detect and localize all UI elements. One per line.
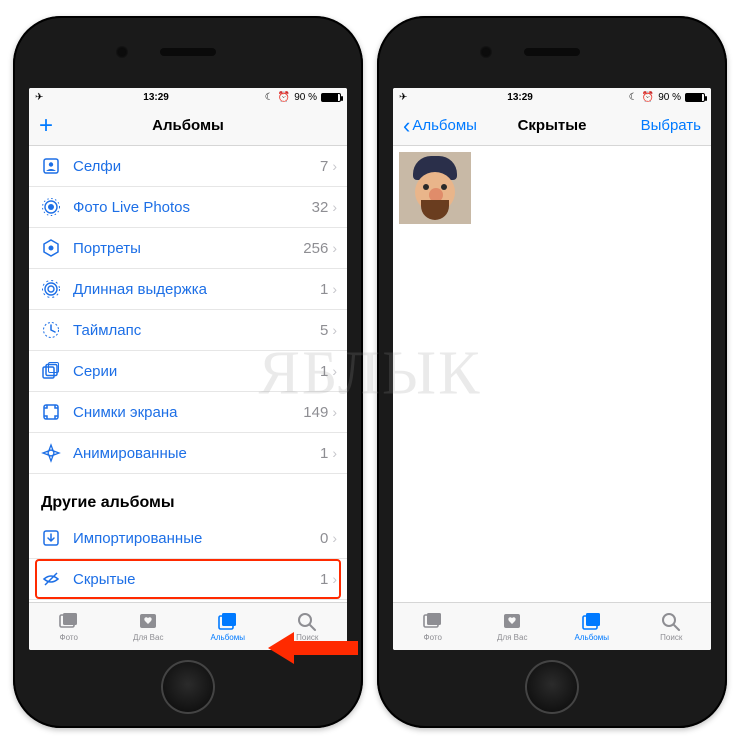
tab-foryou[interactable]: Для Вас <box>473 603 553 650</box>
album-label: Таймлапс <box>73 322 320 339</box>
tab-photos[interactable]: Фото <box>29 603 109 650</box>
screen-right: ✈︎ 13:29 ☾ ⏰ 90 % ‹ Альбомы С <box>393 88 711 650</box>
livephoto-icon <box>41 197 61 217</box>
status-bar: ✈︎ 13:29 ☾ ⏰ 90 % <box>393 88 711 106</box>
album-label: Скрытые <box>73 571 320 588</box>
dnd-icon: ☾ <box>629 92 638 103</box>
dnd-icon: ☾ <box>265 92 274 103</box>
nav-bar: ‹ Альбомы Скрытые Выбрать <box>393 106 711 146</box>
album-count: 149 <box>303 404 328 421</box>
album-count: 32 <box>312 199 329 216</box>
chevron-right-icon: › <box>332 199 337 215</box>
hidden-photos-grid[interactable] <box>393 146 711 602</box>
album-count: 1 <box>320 281 328 298</box>
nav-title: Альбомы <box>111 117 265 134</box>
chevron-right-icon: › <box>332 158 337 174</box>
tab-label: Альбомы <box>211 633 245 642</box>
screenshot-icon <box>41 402 61 422</box>
album-label: Серии <box>73 363 320 380</box>
status-bar: ✈︎ 13:29 ☾ ⏰ 90 % <box>29 88 347 106</box>
burst-icon <box>41 361 61 381</box>
album-row-animated[interactable]: Анимированные1› <box>29 433 347 474</box>
tab-label: Поиск <box>296 633 318 642</box>
selfie-icon <box>41 156 61 176</box>
album-row-screenshot[interactable]: Снимки экрана149› <box>29 392 347 433</box>
select-button[interactable]: Выбрать <box>629 117 701 134</box>
album-row-import[interactable]: Импортированные0› <box>29 518 347 559</box>
album-count: 1 <box>320 571 328 588</box>
battery-pct: 90 % <box>658 92 681 103</box>
portrait-icon <box>41 238 61 258</box>
album-count: 0 <box>320 530 328 547</box>
album-count: 7 <box>320 158 328 175</box>
alarm-icon: ⏰ <box>278 92 290 103</box>
album-row-longexp[interactable]: Длинная выдержка1› <box>29 269 347 310</box>
battery-pct: 90 % <box>294 92 317 103</box>
timelapse-icon <box>41 320 61 340</box>
album-count: 256 <box>303 240 328 257</box>
alarm-icon: ⏰ <box>642 92 654 103</box>
status-time: 13:29 <box>47 92 264 103</box>
tab-label: Поиск <box>660 633 682 642</box>
chevron-right-icon: › <box>332 404 337 420</box>
battery-icon <box>321 93 341 102</box>
animated-icon <box>41 443 61 463</box>
chevron-right-icon: › <box>332 363 337 379</box>
airplane-icon: ✈︎ <box>399 92 407 103</box>
album-count: 1 <box>320 445 328 462</box>
chevron-right-icon: › <box>332 322 337 338</box>
album-label: Фото Live Photos <box>73 199 312 216</box>
album-row-livephoto[interactable]: Фото Live Photos32› <box>29 187 347 228</box>
tab-label: Фото <box>424 633 442 642</box>
photo-thumbnail[interactable] <box>399 152 471 224</box>
album-count: 5 <box>320 322 328 339</box>
status-time: 13:29 <box>411 92 628 103</box>
nav-title: Скрытые <box>475 117 629 134</box>
chevron-right-icon: › <box>332 240 337 256</box>
album-label: Снимки экрана <box>73 404 303 421</box>
tab-label: Для Вас <box>133 633 163 642</box>
album-label: Анимированные <box>73 445 320 462</box>
longexp-icon <box>41 279 61 299</box>
nav-bar: + Альбомы <box>29 106 347 146</box>
section-other-albums: Другие альбомы <box>29 474 347 518</box>
import-icon <box>41 528 61 548</box>
screen-left: ✈︎ 13:29 ☾ ⏰ 90 % + Альбомы <box>29 88 347 650</box>
chevron-right-icon: › <box>332 571 337 587</box>
chevron-left-icon: ‹ <box>403 115 410 137</box>
phone-right: ✈︎ 13:29 ☾ ⏰ 90 % ‹ Альбомы С <box>377 16 727 728</box>
tab-label: Альбомы <box>575 633 609 642</box>
album-count: 1 <box>320 363 328 380</box>
album-label: Селфи <box>73 158 320 175</box>
tab-label: Фото <box>60 633 78 642</box>
tab-bar: Фото Для Вас Альбомы Поиск <box>393 602 711 650</box>
tab-label: Для Вас <box>497 633 527 642</box>
tab-albums[interactable]: Альбомы <box>552 603 632 650</box>
tab-search[interactable]: Поиск <box>268 603 348 650</box>
chevron-right-icon: › <box>332 530 337 546</box>
album-row-burst[interactable]: Серии1› <box>29 351 347 392</box>
add-button[interactable]: + <box>39 114 53 138</box>
chevron-right-icon: › <box>332 445 337 461</box>
tab-albums[interactable]: Альбомы <box>188 603 268 650</box>
album-row-selfie[interactable]: Селфи7› <box>29 146 347 187</box>
album-label: Длинная выдержка <box>73 281 320 298</box>
phone-left: ✈︎ 13:29 ☾ ⏰ 90 % + Альбомы <box>13 16 363 728</box>
hidden-icon <box>41 569 61 589</box>
airplane-icon: ✈︎ <box>35 92 43 103</box>
tab-search[interactable]: Поиск <box>632 603 712 650</box>
album-row-timelapse[interactable]: Таймлапс5› <box>29 310 347 351</box>
chevron-right-icon: › <box>332 281 337 297</box>
album-label: Импортированные <box>73 530 320 547</box>
album-label: Портреты <box>73 240 303 257</box>
back-button[interactable]: ‹ Альбомы <box>403 115 475 137</box>
battery-icon <box>685 93 705 102</box>
album-row-trash[interactable]: Недавно удаленные21› <box>29 600 347 602</box>
album-row-hidden[interactable]: Скрытые1› <box>29 559 347 600</box>
album-row-portrait[interactable]: Портреты256› <box>29 228 347 269</box>
tab-bar: Фото Для Вас Альбомы Поиск <box>29 602 347 650</box>
albums-list[interactable]: Селфи7›Фото Live Photos32›Портреты256›Дл… <box>29 146 347 602</box>
tab-foryou[interactable]: Для Вас <box>109 603 189 650</box>
tab-photos[interactable]: Фото <box>393 603 473 650</box>
